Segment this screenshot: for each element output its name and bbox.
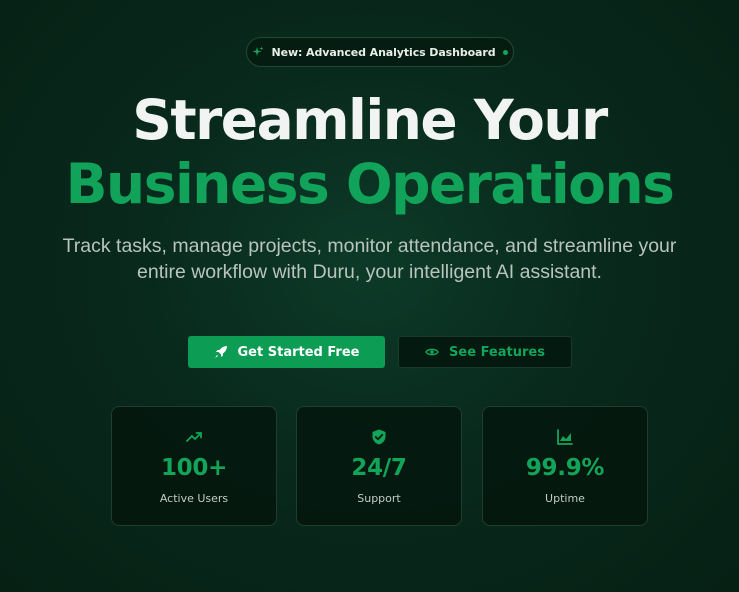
stat-value: 100+ xyxy=(160,455,228,481)
area-chart-icon xyxy=(556,428,574,446)
stat-value: 99.9% xyxy=(525,455,605,481)
hero-section: New: Advanced Analytics Dashboard Stream… xyxy=(0,0,739,592)
badge-text: New: Advanced Analytics Dashboard xyxy=(271,45,496,59)
hero-title-line-1: Streamline Your xyxy=(132,88,608,152)
stat-value: 24/7 xyxy=(351,455,407,481)
shield-check-icon xyxy=(370,428,388,446)
get-started-button[interactable]: Get Started Free xyxy=(188,336,385,368)
trending-up-icon xyxy=(185,428,203,446)
status-dot xyxy=(503,49,509,55)
hero-subtitle: Track tasks, manage projects, monitor at… xyxy=(62,235,677,283)
hero-title-line-2: Business Operations xyxy=(65,152,675,216)
rocket-icon xyxy=(214,345,228,359)
stat-label: Active Users xyxy=(159,492,229,505)
eye-icon xyxy=(425,345,439,359)
see-features-label: See Features xyxy=(449,344,545,360)
sparkles-icon xyxy=(252,46,264,58)
stat-label: Support xyxy=(357,492,401,505)
stat-card-active-users: 100+ Active Users xyxy=(111,406,277,526)
see-features-button[interactable]: See Features xyxy=(398,336,572,368)
stat-card-support: 24/7 Support xyxy=(296,406,462,526)
get-started-label: Get Started Free xyxy=(237,344,360,360)
announcement-badge[interactable]: New: Advanced Analytics Dashboard xyxy=(246,37,514,67)
stat-card-uptime: 99.9% Uptime xyxy=(482,406,648,526)
stat-label: Uptime xyxy=(545,492,585,505)
